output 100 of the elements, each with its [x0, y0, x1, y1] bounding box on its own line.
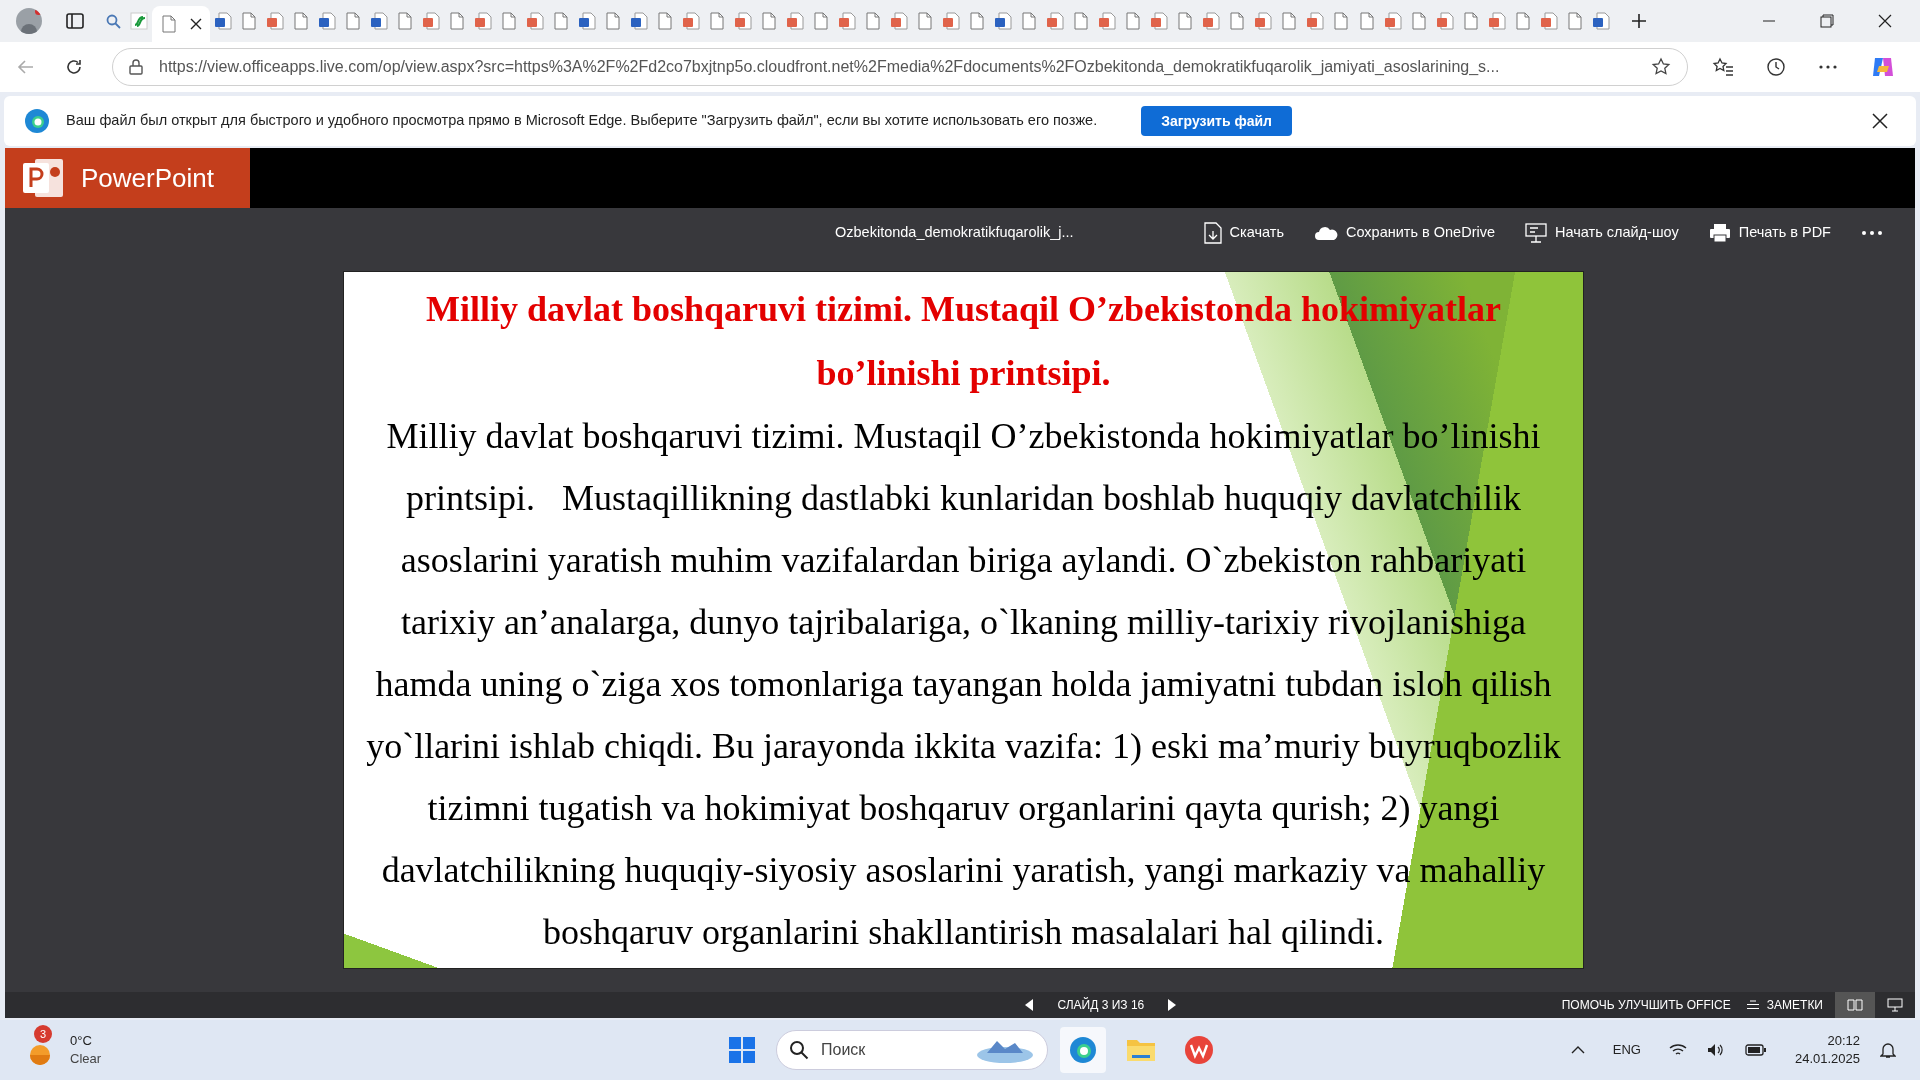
- weather-icon[interactable]: [28, 1045, 52, 1067]
- slides-file-icon: [474, 12, 492, 30]
- document-icon: [1514, 12, 1532, 30]
- refresh-icon[interactable]: [64, 57, 84, 77]
- wps-icon[interactable]: [1184, 1035, 1214, 1065]
- app-name: PowerPoint: [81, 161, 214, 195]
- document-icon: [656, 12, 674, 30]
- document-icon: [396, 12, 414, 30]
- folder-icon[interactable]: [1126, 1037, 1156, 1063]
- clock-date[interactable]: 24.01.2025: [1794, 1050, 1860, 1068]
- document-icon: [916, 12, 934, 30]
- close-icon[interactable]: [1872, 113, 1888, 129]
- document-icon: [1072, 12, 1090, 30]
- word-file-icon: [370, 12, 388, 30]
- word-file-icon: [578, 12, 596, 30]
- document-icon: [708, 12, 726, 30]
- slides-file-icon: [1384, 12, 1402, 30]
- document-icon: [292, 12, 310, 30]
- document-icon: [1020, 12, 1038, 30]
- document-icon: [160, 15, 178, 33]
- cloud-icon: [1313, 225, 1338, 241]
- taskbar-search-field[interactable]: Поиск: [776, 1030, 1048, 1070]
- temperature-text: 0°C: [70, 1032, 93, 1050]
- chevron-up-icon[interactable]: [1570, 1045, 1585, 1055]
- toolbar-button[interactable]: Скачать: [1203, 222, 1284, 244]
- word-file-icon: [318, 12, 336, 30]
- more-icon[interactable]: [1818, 64, 1838, 70]
- toolbar-button[interactable]: Печать в PDF: [1708, 222, 1831, 244]
- favorites-icon[interactable]: [1712, 57, 1734, 77]
- volume-icon[interactable]: [1706, 1043, 1725, 1057]
- slides-file-icon: [890, 12, 908, 30]
- file-name: Ozbekitonda_demokratikfuqarolik_j...: [835, 223, 1074, 243]
- slides-file-icon: [1150, 12, 1168, 30]
- word-file-icon: [994, 12, 1012, 30]
- document-icon: [1280, 12, 1298, 30]
- close-icon[interactable]: [1878, 14, 1892, 28]
- notification-bell-icon[interactable]: [1880, 1041, 1896, 1059]
- presentation-icon: [1525, 223, 1547, 243]
- word-file-icon: [1592, 12, 1610, 30]
- edge-icon: [1068, 1035, 1098, 1065]
- slides-file-icon: [526, 12, 544, 30]
- weather-condition: Clear: [70, 1050, 102, 1068]
- reading-view-button[interactable]: [1835, 992, 1875, 1018]
- edge-icon: [24, 108, 50, 134]
- slide-title: Milliy davlat boshqaruvi tizimi. Mustaqil O’zbekistonda hokimiyatlar bo’linishi printsipi.: [424, 288, 1503, 395]
- start-icon[interactable]: [728, 1036, 756, 1064]
- restore-icon[interactable]: [1820, 14, 1834, 28]
- history-icon[interactable]: [1766, 57, 1786, 77]
- site-logo-icon: [130, 12, 148, 30]
- search-icon: [104, 12, 122, 30]
- favorite-star-icon[interactable]: [1651, 57, 1671, 77]
- slides-file-icon: [1540, 12, 1558, 30]
- url-text: https://view.officeapps.live.com/op/view.aspx?src=https%3A%2F%2Fd2co7bxjtnp5o.cloudfront.net%2Fmedia%2Fdocuments%2FOzbekitonda_demokratikfuqarolik_jamiyati_asoslarining_s...: [159, 57, 1501, 77]
- previous-slide-icon[interactable]: [1025, 999, 1034, 1011]
- document-icon: [760, 12, 778, 30]
- slides-file-icon: [734, 12, 752, 30]
- powerpoint-icon: [21, 157, 65, 199]
- tab-actions-icon[interactable]: [66, 13, 84, 29]
- new-tab-icon[interactable]: [1630, 12, 1648, 30]
- book-icon: [1847, 999, 1863, 1011]
- document-icon: [1410, 12, 1428, 30]
- feedback-link[interactable]: ПОМОЧЬ УЛУЧШИТЬ OFFICE: [1561, 996, 1731, 1014]
- document-icon: [552, 12, 570, 30]
- document-icon: [344, 12, 362, 30]
- slides-file-icon: [1046, 12, 1064, 30]
- download-file-button[interactable]: Загрузить файл: [1141, 106, 1292, 136]
- slides-file-icon: [1254, 12, 1272, 30]
- info-message: Ваш файл был открыт для быстрого и удобного просмотра прямо в Microsoft Edge. Выберите "Загрузить файл", если вы хотите использовать его позже.: [66, 111, 1098, 131]
- language-indicator[interactable]: ENG: [1612, 1040, 1641, 1060]
- slides-file-icon: [1202, 12, 1220, 30]
- slide-counter: СЛАЙД 3 ИЗ 16: [1057, 996, 1145, 1014]
- next-slide-icon[interactable]: [1168, 999, 1177, 1011]
- slides-file-icon: [422, 12, 440, 30]
- document-icon: [968, 12, 986, 30]
- close-tab-icon[interactable]: [190, 18, 202, 30]
- document-icon: [448, 12, 466, 30]
- more-icon[interactable]: [1861, 230, 1883, 236]
- edge-taskbar-button[interactable]: [1060, 1027, 1106, 1073]
- printer-icon: [1708, 223, 1731, 243]
- wifi-icon[interactable]: [1668, 1043, 1687, 1057]
- document-icon: [604, 12, 622, 30]
- document-icon: [240, 12, 258, 30]
- search-icon: [789, 1040, 809, 1060]
- document-icon: [1176, 12, 1194, 30]
- battery-icon[interactable]: [1744, 1044, 1767, 1056]
- slides-file-icon: [682, 12, 700, 30]
- profile-icon[interactable]: [16, 8, 42, 34]
- slides-file-icon: [838, 12, 856, 30]
- slides-file-icon: [1098, 12, 1116, 30]
- download-icon: [1203, 222, 1222, 244]
- slides-file-icon: [266, 12, 284, 30]
- clock-time[interactable]: 20:12: [1827, 1032, 1860, 1050]
- notes-button[interactable]: ЗАМЕТКИ: [1746, 996, 1823, 1014]
- toolbar-button[interactable]: Начать слайд-шоу: [1525, 222, 1679, 244]
- toolbar-button[interactable]: Сохранить в OneDrive: [1313, 222, 1495, 244]
- slideshow-icon[interactable]: [1887, 998, 1903, 1012]
- document-icon: [864, 12, 882, 30]
- lock-icon: [129, 59, 143, 75]
- document-icon: [812, 12, 830, 30]
- document-icon: [1358, 12, 1376, 30]
